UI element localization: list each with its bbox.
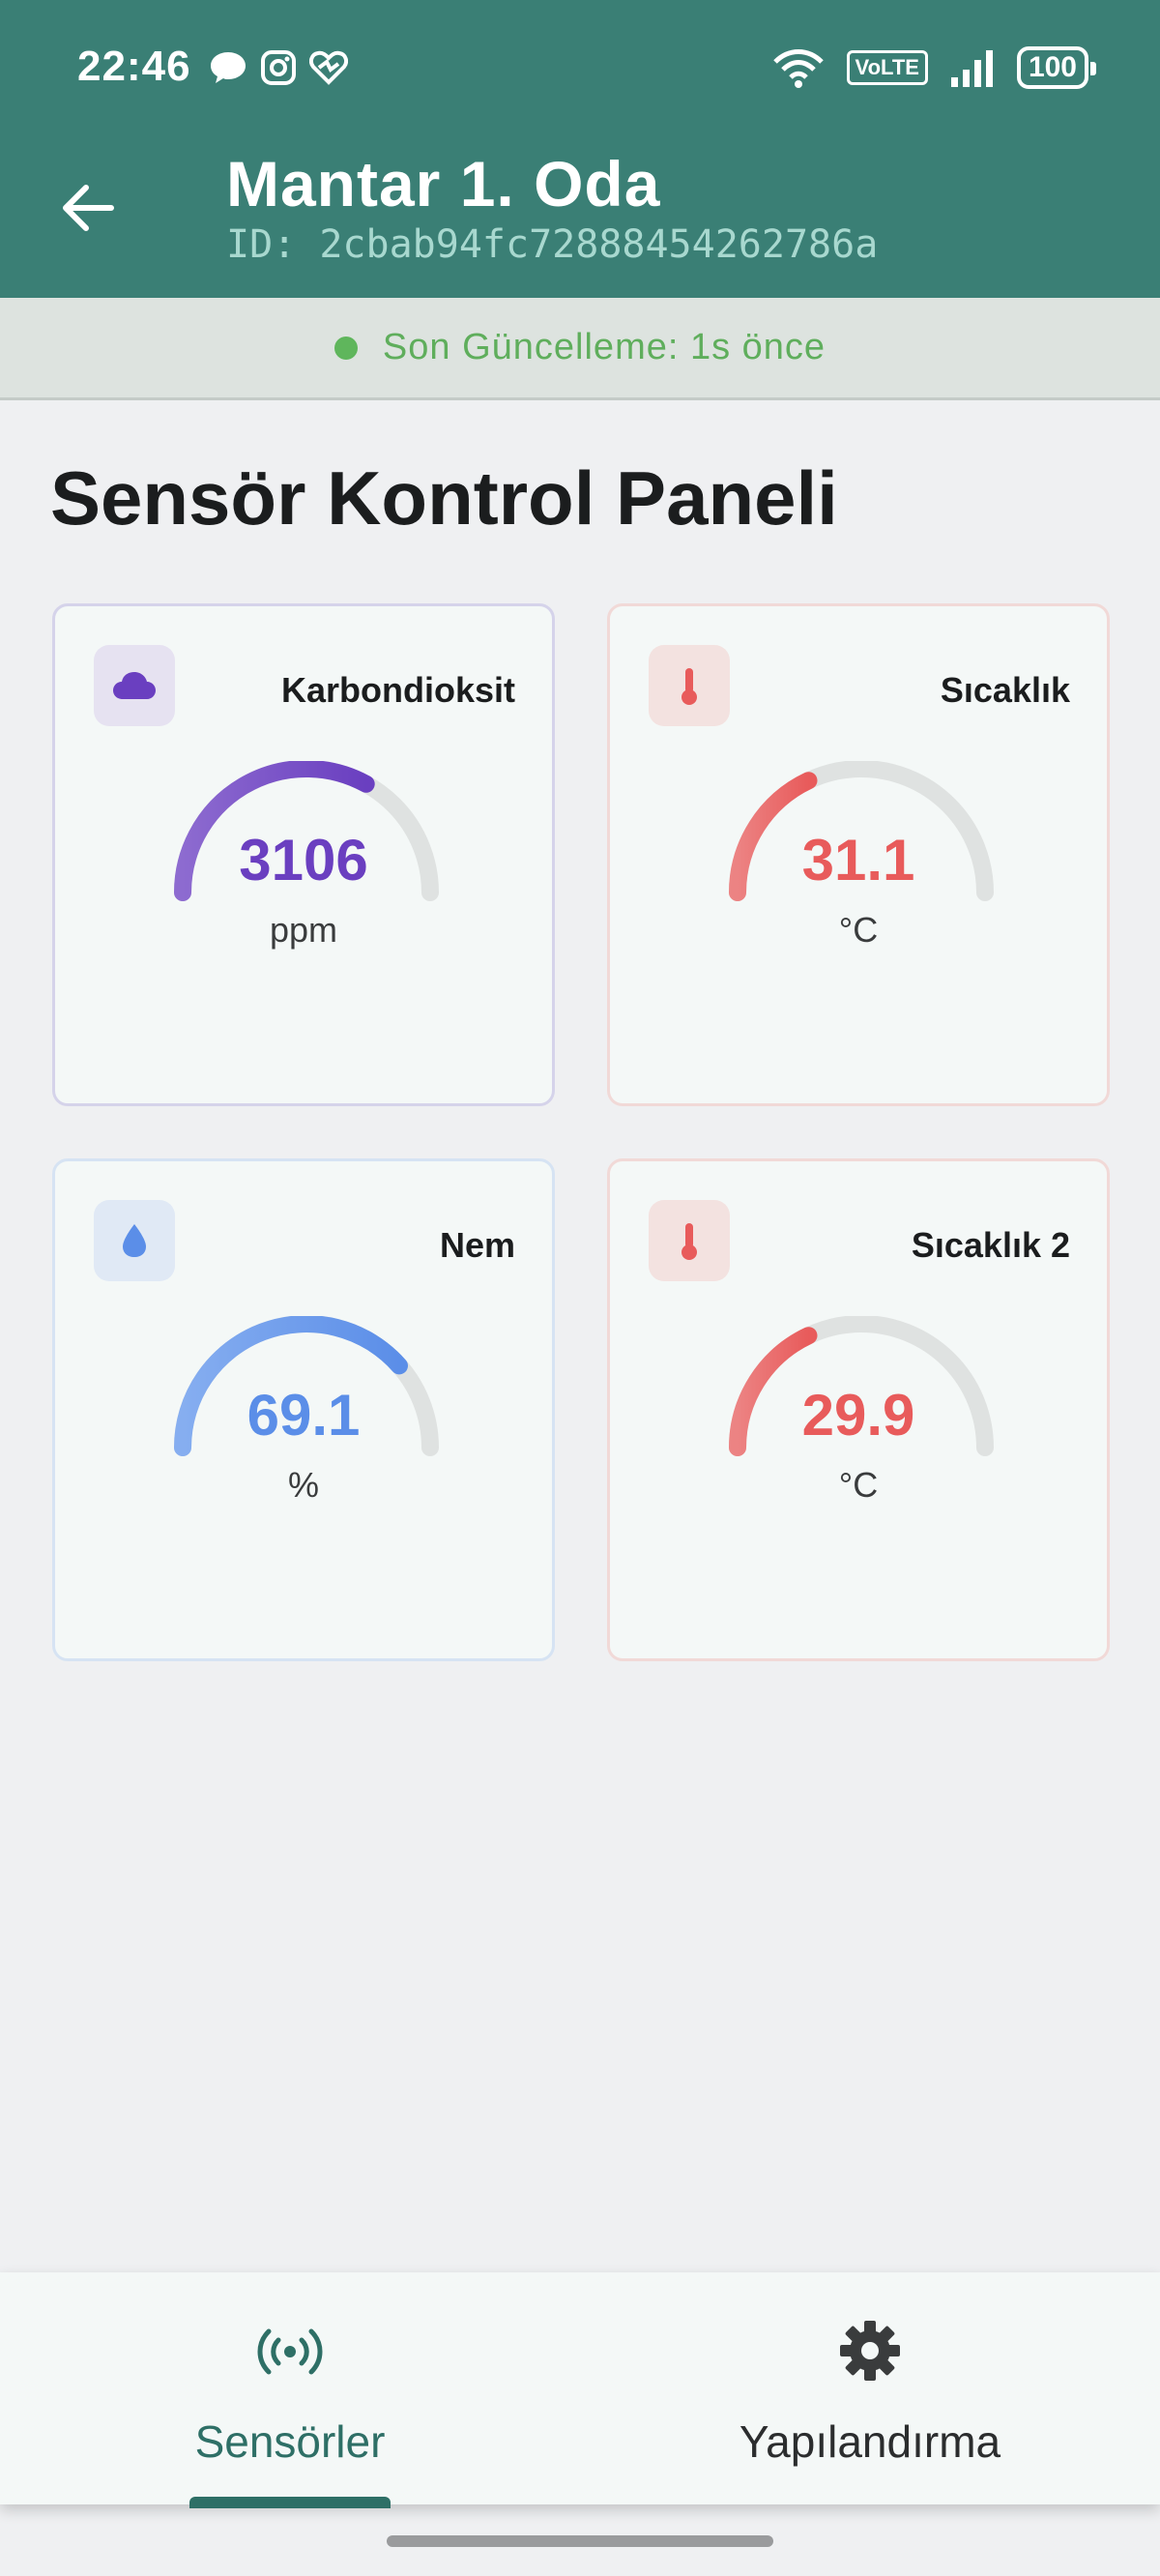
sensor-card-humidity[interactable]: Nem 69.1 % <box>52 1158 555 1661</box>
last-update-bar: Son Güncelleme: 1s önce <box>0 298 1160 400</box>
arrow-left-icon <box>63 185 114 231</box>
signal-icon <box>950 50 993 87</box>
thermometer-icon <box>649 1200 730 1281</box>
cloud-icon <box>94 645 175 726</box>
sensor-unit: % <box>287 1465 319 1505</box>
nav-label: Yapılandırma <box>739 2416 1001 2467</box>
last-update-text: Son Güncelleme: 1s önce <box>382 327 826 367</box>
battery-indicator: 100 <box>1016 46 1097 89</box>
sensor-value: 69.1 <box>246 1383 361 1448</box>
sensor-label: Sıcaklık <box>940 670 1070 710</box>
sensor-unit: ppm <box>269 910 338 950</box>
nav-item-sensors[interactable]: Sensörler <box>0 2272 580 2508</box>
gear-icon <box>840 2321 900 2381</box>
back-button[interactable] <box>54 174 122 242</box>
status-time: 22:46 <box>77 43 191 90</box>
broadcast-icon <box>257 2328 323 2375</box>
water-drop-icon <box>94 1200 175 1281</box>
bottom-navigation: Sensörler Yapılandırma <box>0 2272 1160 2508</box>
sensor-value: 3106 <box>239 828 368 893</box>
sensor-label: Nem <box>439 1225 515 1265</box>
sensor-card-co2[interactable]: Karbondioksit 3106 ppm <box>52 603 555 1106</box>
sensor-unit: °C <box>838 1465 879 1505</box>
chat-bubble-icon <box>211 52 246 83</box>
sensor-value: 31.1 <box>801 828 915 893</box>
sensor-label: Karbondioksit <box>280 670 515 710</box>
sensor-label: Sıcaklık 2 <box>911 1225 1070 1265</box>
online-status-dot <box>334 336 358 360</box>
sensor-card-temperature[interactable]: Sıcaklık 31.1 °C <box>607 603 1110 1106</box>
instagram-icon <box>261 50 296 85</box>
home-gesture-bar[interactable] <box>387 2535 773 2547</box>
panel-title: Sensör Kontrol Paneli <box>50 455 838 541</box>
page-title: Mantar 1. Oda <box>226 148 661 220</box>
nav-item-configuration[interactable]: Yapılandırma <box>580 2272 1160 2504</box>
status-system-icons: VoLTE 100 <box>771 46 1097 89</box>
wifi-icon <box>772 49 824 88</box>
active-tab-indicator <box>189 2497 391 2508</box>
status-notification-icons <box>209 48 348 87</box>
device-id: ID: 2cbab94fc72888454262786a <box>226 222 879 267</box>
app-header: 22:46 VoLTE 100 Mantar 1. Oda ID: 2cbab9… <box>0 0 1160 298</box>
nav-label: Sensörler <box>194 2416 386 2467</box>
sensor-value: 29.9 <box>801 1383 915 1448</box>
thermometer-icon <box>649 645 730 726</box>
sensor-unit: °C <box>838 910 879 950</box>
health-icon <box>309 50 348 85</box>
sensor-card-temperature-2[interactable]: Sıcaklık 2 29.9 °C <box>607 1158 1110 1661</box>
volte-badge: VoLTE <box>846 50 928 85</box>
